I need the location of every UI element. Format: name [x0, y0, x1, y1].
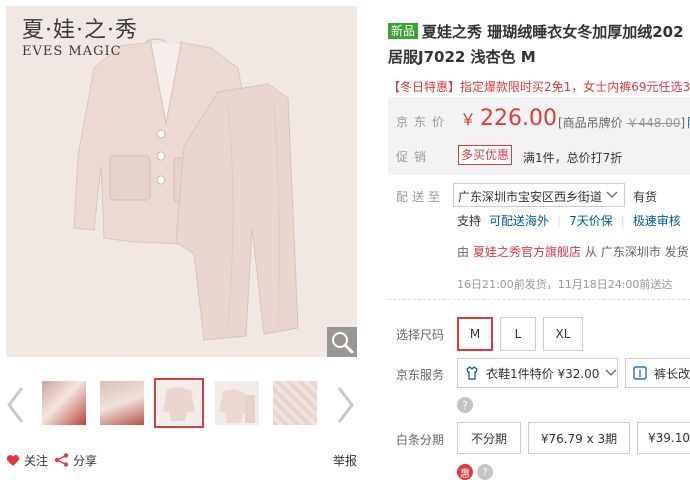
price-currency: ￥: [460, 110, 477, 129]
support-price-protect-link[interactable]: 7天价保: [569, 212, 613, 229]
thumbnail-2[interactable]: [97, 378, 147, 428]
promotion-label: 促销: [396, 150, 433, 164]
section-divider: [388, 299, 690, 300]
price-panel: 京东价 ￥226.00 [商品吊牌价 ￥448.00]降 促销 多买优惠 满1件…: [388, 97, 690, 175]
dispatch-time: 16日21:00前发货，11月18日24:00前送达: [457, 278, 673, 291]
installment-label: 白条分期: [396, 433, 445, 447]
stock-status: 有货: [633, 190, 658, 204]
service-label: 京东服务: [396, 368, 445, 382]
service-option-hem[interactable]: 裤长改短: [625, 358, 690, 388]
svg-text:?: ?: [462, 399, 468, 412]
installment-option-6[interactable]: ¥39.10: [637, 422, 690, 454]
address-select[interactable]: 广东深圳市宝安区西乡街道: [453, 183, 625, 207]
seller-shop-link[interactable]: 夏娃之秀官方旗舰店: [473, 245, 581, 259]
support-label: 支持: [457, 214, 482, 228]
share-label: 分享: [73, 453, 98, 468]
promotion-desc: 满1件，总价打7折: [523, 151, 623, 165]
pants-service-icon: [633, 366, 647, 380]
service-help-button[interactable]: ?: [457, 397, 473, 416]
magnifier-icon: [332, 332, 354, 354]
clothing-service-icon: [466, 366, 478, 380]
size-option-xl[interactable]: XL: [543, 317, 583, 351]
thumbnail-4-pajama: [219, 389, 255, 423]
chevron-left-icon: [7, 387, 24, 423]
report-link[interactable]: 举报: [333, 452, 357, 469]
installment-option-none[interactable]: 不分期: [457, 422, 521, 454]
help-icon: ?: [457, 397, 473, 413]
seller-suffix: 从 广东深圳市 发货: [585, 245, 689, 259]
thumbnail-1[interactable]: [39, 378, 89, 428]
thumbnail-4[interactable]: [212, 378, 262, 428]
service-option-hem-label: 裤长改短: [654, 366, 690, 381]
support-fast-review-link[interactable]: 极速审核: [633, 212, 681, 229]
follow-label: 关注: [24, 453, 49, 468]
zoom-button[interactable]: [327, 327, 357, 357]
product-title-line2: 居服J7022 浅杏色 M: [388, 48, 536, 66]
support-divider: |: [620, 213, 625, 228]
new-badge: 新品: [388, 23, 419, 39]
thumbnail-3-pajama: [163, 387, 195, 421]
brand-logo-cn: 夏·娃·之·秀: [22, 18, 138, 43]
share-button[interactable]: 分享: [54, 452, 97, 468]
service-option-clothing[interactable]: 衣鞋1件特价 ¥32.00: [457, 358, 618, 388]
chevron-down-icon: [605, 369, 617, 376]
support-divider: |: [557, 213, 562, 228]
promo-headline[interactable]: 【冬日特惠】指定爆款限时买2免1，女士内裤69元任选3套: [388, 78, 690, 95]
tag-price: [商品吊牌价 ￥448.00]降: [558, 114, 690, 131]
chevron-down-icon: [606, 191, 618, 198]
thumbnail-5[interactable]: [270, 378, 320, 428]
chevron-right-icon: [337, 387, 354, 423]
seller-prefix: 由: [457, 245, 470, 259]
tag-price-close: ]: [680, 116, 686, 130]
support-overseas-link[interactable]: 可配送海外: [489, 212, 549, 229]
follow-button[interactable]: 关注: [6, 452, 48, 468]
price-number: 226.00: [480, 106, 557, 131]
main-product-image[interactable]: 夏·娃·之·秀 EVES MAGIC: [6, 6, 357, 357]
size-option-m[interactable]: M: [457, 317, 493, 351]
price-label: 京东价: [396, 115, 451, 129]
thumb-next-button[interactable]: [333, 384, 357, 426]
tag-price-strike: ￥448.00: [626, 116, 681, 130]
brand-logo: 夏·娃·之·秀 EVES MAGIC: [22, 18, 138, 60]
thumbnail-3[interactable]: [154, 378, 204, 428]
address-text: 广东深圳市宝安区西乡街道: [458, 190, 603, 204]
size-option-l[interactable]: L: [500, 317, 536, 351]
price-value: ￥ 226.00: [460, 106, 557, 131]
service-option-clothing-label: 衣鞋1件特价 ¥32.00: [486, 366, 600, 381]
product-title: 新品 夏娃之秀 珊瑚绒睡衣女冬加厚加绒202: [388, 18, 690, 46]
installment-option-3[interactable]: ¥76.79 x 3期: [528, 422, 630, 454]
multi-buy-tag[interactable]: 多买优惠: [458, 145, 513, 165]
seller-info: 由夏娃之秀官方旗舰店从 广东深圳市 发货: [457, 243, 689, 260]
brand-logo-en: EVES MAGIC: [22, 44, 122, 59]
support-services: 支持 可配送海外 | 7天价保 | 极速审核: [457, 212, 681, 229]
tag-price-label: [商品吊牌价: [558, 116, 627, 130]
shipping-label: 配送至: [396, 190, 445, 204]
size-label: 选择尺码: [396, 328, 445, 342]
heart-icon: [6, 454, 20, 466]
share-icon: [54, 453, 69, 467]
thumb-prev-button[interactable]: [4, 384, 28, 426]
product-title-line1: 夏娃之秀 珊瑚绒睡衣女冬加厚加绒202: [422, 23, 684, 41]
